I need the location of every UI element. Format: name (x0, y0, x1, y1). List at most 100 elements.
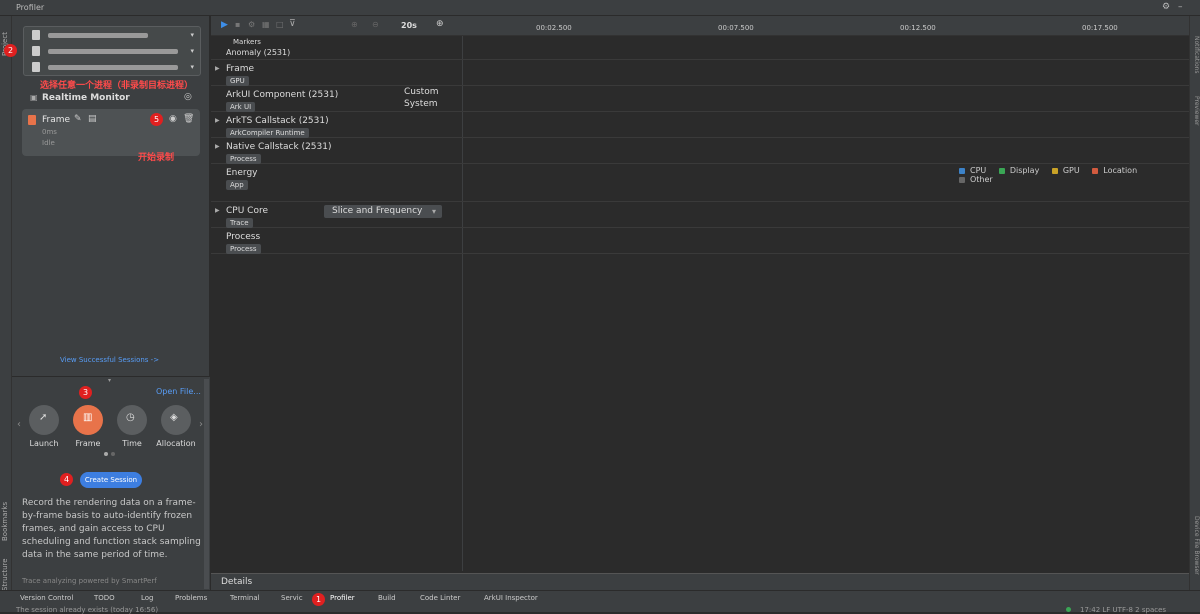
timeline-ruler: 00:02.500 00:07.500 00:12.500 00:17.500 (463, 16, 1189, 36)
details-label: Details (221, 577, 253, 587)
zoom-in-icon[interactable]: ⊕ (351, 20, 358, 29)
annotation-select-process: 选择任意一个进程（非录制目标进程） (40, 81, 194, 91)
add-icon[interactable]: ⊕ (436, 19, 444, 29)
track-tag: ArkCompiler Runtime (226, 128, 309, 138)
delete-icon[interactable]: 🗑 (183, 114, 194, 124)
tab-services[interactable]: Servic (281, 594, 303, 602)
session-duration: 0ms (42, 128, 57, 136)
annotation-badge-4: 4 (60, 473, 73, 486)
track-name: CPU Core (226, 206, 268, 216)
session-title: Frame (42, 115, 71, 125)
open-file-link[interactable]: Open File... (156, 387, 201, 396)
page-dot-active[interactable] (104, 452, 108, 456)
gear-icon[interactable]: ⚙ (1162, 2, 1170, 12)
track-arkts-callstack[interactable]: ▶ ArkTS Callstack (2531) ArkCompiler Run… (211, 112, 1189, 138)
create-session-button[interactable]: Create Session (80, 472, 142, 488)
prev-arrow-icon[interactable]: ‹ (17, 419, 21, 430)
record-icon[interactable]: ◎ (184, 92, 192, 102)
expand-icon[interactable]: ▶ (215, 117, 220, 124)
realtime-monitor-row[interactable]: ▣ Realtime Monitor ◎ (28, 92, 204, 106)
frame-session-type[interactable]: ▥ (73, 405, 103, 435)
legend-swatch (959, 176, 965, 183)
expand-icon[interactable]: ▶ (215, 65, 220, 72)
minimize-icon[interactable]: – (1178, 2, 1183, 12)
app-icon (32, 46, 40, 56)
process-icon (32, 62, 40, 72)
capture-icon[interactable]: ▦ (262, 20, 270, 29)
view-successful-sessions-link[interactable]: View Successful Sessions -> (60, 356, 159, 364)
clock-icon: ◷ (126, 412, 135, 423)
stop-icon[interactable]: ▪ (235, 20, 240, 29)
tab-terminal[interactable]: Terminal (230, 594, 260, 602)
expand-icon[interactable]: ▶ (215, 207, 220, 214)
zoom-out-icon[interactable]: ⊖ (372, 20, 379, 29)
notifications-tab[interactable]: Notifications (1193, 36, 1200, 74)
time-session-type[interactable]: ◷ (117, 405, 147, 435)
tab-build[interactable]: Build (378, 594, 396, 602)
next-arrow-icon[interactable]: › (199, 419, 203, 430)
tab-log[interactable]: Log (141, 594, 154, 602)
markers-label: Markers (233, 38, 261, 46)
energy-legend: CPU Display GPU Location Other (959, 166, 1189, 184)
tab-todo[interactable]: TODO (94, 594, 115, 602)
expand-icon[interactable]: ▶ (215, 143, 220, 150)
app-dropdown[interactable]: ▾ (30, 45, 196, 58)
window-title: Profiler (16, 3, 45, 12)
settings-icon[interactable]: ⚙ (248, 20, 255, 29)
play-icon[interactable]: ▶ (221, 20, 228, 30)
session-type-label: Frame (75, 439, 101, 448)
filter-icon[interactable]: ⊽ (289, 19, 296, 29)
device-process-selector[interactable]: ▾ ▾ ▾ (23, 26, 201, 76)
title-bar: Profiler ⚙ – (0, 0, 1200, 16)
app-name-blurred (48, 49, 178, 54)
session-state: Idle (42, 139, 55, 147)
scrollbar[interactable] (204, 379, 209, 589)
tab-profiler[interactable]: Profiler (330, 594, 355, 602)
tab-version-control[interactable]: Version Control (20, 594, 73, 602)
track-tag: Trace (226, 218, 253, 228)
annotation-badge-2: 2 (4, 44, 17, 57)
details-panel-header[interactable]: Details (211, 573, 1189, 590)
launch-session-type[interactable]: ➚ (29, 405, 59, 435)
square-icon[interactable]: □ (276, 20, 284, 29)
record-start-icon[interactable]: ◉ (169, 114, 177, 124)
timeline-toolbar: ▶ ▪ ⚙ ▦ □ ⊽ ⊕ ⊖ 20s ⊕ 00:02.500 00:07.50… (211, 16, 1189, 36)
frame-session-card[interactable]: Frame ✎ ▤ ◉ 🗑 0ms Idle (22, 109, 200, 156)
page-dot[interactable] (111, 452, 115, 456)
dropdown-value: Slice and Frequency (332, 206, 423, 216)
bookmarks-tab[interactable]: Bookmarks (1, 502, 9, 541)
legend-swatch (959, 167, 965, 174)
system-label: System (404, 99, 438, 109)
edit-icon[interactable]: ✎ (74, 114, 82, 124)
session-type-label: Time (122, 439, 142, 448)
track-native-callstack[interactable]: ▶ Native Callstack (2531) Process (211, 138, 1189, 164)
right-tool-strip: Notifications Previewer Device File Brow… (1189, 16, 1200, 590)
create-session-panel: ▾ Open File... 3 ‹ › ➚ ▥ ◷ ◈ Launch Fram… (12, 376, 210, 590)
rocket-icon: ➚ (39, 412, 48, 423)
tab-problems[interactable]: Problems (175, 594, 207, 602)
ruler-tick: 00:02.500 (536, 24, 572, 32)
tab-code-linter[interactable]: Code Linter (420, 594, 460, 602)
device-dropdown[interactable]: ▾ (30, 29, 196, 42)
annotation-start-recording: 开始录制 (138, 153, 175, 163)
previewer-tab[interactable]: Previewer (1193, 96, 1200, 126)
ruler-tick: 00:07.500 (718, 24, 754, 32)
left-tool-strip: Project Bookmarks Structure (0, 16, 12, 591)
notes-icon[interactable]: ▤ (88, 114, 97, 124)
tab-arkui-inspector[interactable]: ArkUI Inspector (484, 594, 538, 602)
powered-by-text: Trace analyzing powered by SmartPerf (22, 577, 157, 585)
collapse-icon[interactable]: ▾ (108, 377, 111, 384)
track-anomaly[interactable]: Anomaly (2531) (211, 46, 1189, 60)
session-type-label: Allocation (156, 439, 196, 448)
track-arkui-component[interactable]: ArkUI Component (2531) Ark UI (211, 86, 1189, 112)
structure-tab[interactable]: Structure (1, 558, 9, 591)
process-dropdown[interactable]: ▾ (30, 61, 196, 74)
device-file-browser-tab[interactable]: Device File Browser (1193, 516, 1200, 575)
allocation-session-type[interactable]: ◈ (161, 405, 191, 435)
chevron-down-icon: ▾ (431, 207, 436, 216)
track-frame[interactable]: ▶ Frame GPU (211, 60, 1189, 86)
slice-frequency-dropdown[interactable]: Slice and Frequency ▾ (324, 205, 442, 218)
track-tag: App (226, 180, 248, 190)
track-process[interactable]: Process Process (211, 228, 1189, 254)
phone-icon (32, 30, 40, 40)
